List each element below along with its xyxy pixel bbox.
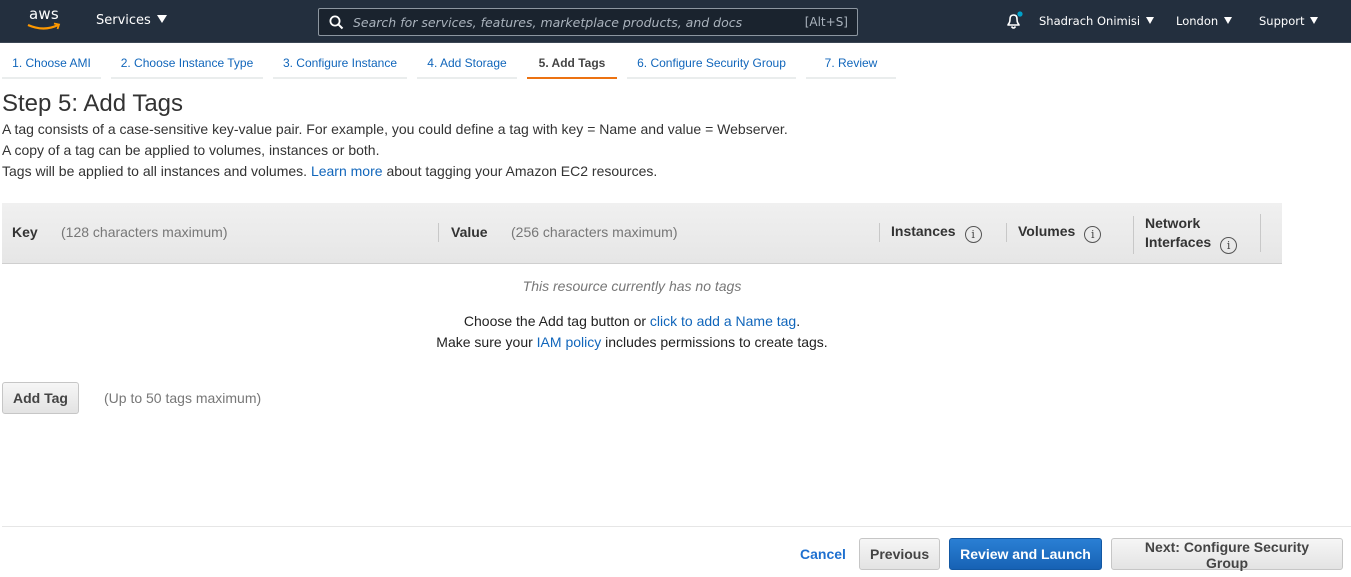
info-icon[interactable]: i [1084,226,1102,243]
tab-configure-instance[interactable]: 3. Configure Instance [273,43,407,79]
review-and-launch-button[interactable]: Review and Launch [949,538,1102,570]
account-name: Shadrach Onimisi [1039,14,1141,28]
value-length-hint: (256 characters maximum) [511,224,678,240]
region-name: London [1176,14,1219,28]
next-configure-security-group-button[interactable]: Next: Configure Security Group [1111,538,1343,571]
column-header-network-interfaces-line1: Network [1145,215,1201,231]
info-icon[interactable]: i [1220,237,1238,254]
description-line-3: Tags will be applied to all instances an… [2,163,657,179]
iam-policy-hint: Make sure your IAM policy includes permi… [0,334,1264,350]
hint-text: . [796,313,801,329]
wizard-steps: 1. Choose AMI 2. Choose Instance Type 3.… [0,43,1351,79]
tab-add-tags[interactable]: 5. Add Tags [527,43,617,79]
tab-review[interactable]: 7. Review [806,43,896,79]
column-divider [879,223,880,242]
search-icon [329,15,344,30]
account-menu[interactable]: Shadrach Onimisi [1039,14,1155,28]
iam-policy-link[interactable]: IAM policy [537,334,602,350]
add-name-tag-hint: Choose the Add tag button or click to ad… [0,313,1264,329]
network-interfaces-label: Interfaces [1145,234,1212,250]
search-input[interactable] [353,9,783,35]
description-text: Tags will be applied to all instances an… [2,163,308,179]
column-divider [1006,223,1007,242]
volumes-label: Volumes [1018,223,1076,239]
column-header-value: Value [451,224,488,240]
region-menu[interactable]: London [1176,14,1233,28]
hint-text: Choose the Add tag button or [463,313,647,329]
column-header-key: Key [12,224,38,240]
tags-table-header: Key (128 characters maximum) Value (256 … [2,203,1282,264]
empty-tags-message: This resource currently has no tags [522,278,742,294]
column-header-volumes: Volumes i [1018,223,1102,243]
key-length-hint: (128 characters maximum) [61,224,228,240]
caret-down-icon [1310,17,1319,24]
aws-logo[interactable]: aws [27,5,63,35]
instances-label: Instances [891,223,956,239]
notification-dot [1017,11,1023,17]
services-label: Services [96,13,151,28]
add-name-tag-link[interactable]: click to add a Name tag [650,313,796,329]
column-header-instances: Instances i [891,223,982,243]
column-divider [1133,216,1134,254]
tag-limit-note: (Up to 50 tags maximum) [104,390,262,406]
caret-down-icon [1224,17,1233,24]
learn-more-link[interactable]: Learn more [311,163,383,179]
hint-text: includes permissions to create tags. [605,334,828,350]
search-shortcut-hint: [Alt+S] [804,15,848,29]
caret-down-icon [156,15,167,23]
bell-icon [1007,11,1023,29]
hint-text: Make sure your [436,334,533,350]
tab-add-storage[interactable]: 4. Add Storage [417,43,517,79]
support-label: Support [1259,14,1305,28]
description-text: about tagging your Amazon EC2 resources. [386,163,658,179]
search-box[interactable]: [Alt+S] [318,8,858,36]
top-navigation-bar: aws Services [Alt+S] Shadrach Onimisi Lo… [0,0,1351,43]
column-divider [1260,214,1261,252]
info-icon[interactable]: i [964,226,982,243]
footer-divider [2,526,1351,527]
page-title: Step 5: Add Tags [2,90,184,117]
tab-choose-instance-type[interactable]: 2. Choose Instance Type [111,43,263,79]
tab-choose-ami[interactable]: 1. Choose AMI [2,43,101,79]
tab-configure-security-group[interactable]: 6. Configure Security Group [627,43,796,79]
aws-logo-text: aws [29,5,59,23]
aws-smile-icon [27,22,61,30]
column-divider [438,223,439,242]
column-header-network-interfaces: Interfaces i [1145,234,1238,254]
previous-button[interactable]: Previous [859,538,940,570]
description-line-2: A copy of a tag can be applied to volume… [2,142,380,158]
support-menu[interactable]: Support [1259,14,1319,28]
add-tag-button[interactable]: Add Tag [2,382,79,414]
services-menu[interactable]: Services [96,13,167,28]
description-line-1: A tag consists of a case-sensitive key-v… [2,121,788,137]
notifications-button[interactable] [1004,11,1024,36]
cancel-link[interactable]: Cancel [800,546,846,562]
caret-down-icon [1146,17,1155,24]
